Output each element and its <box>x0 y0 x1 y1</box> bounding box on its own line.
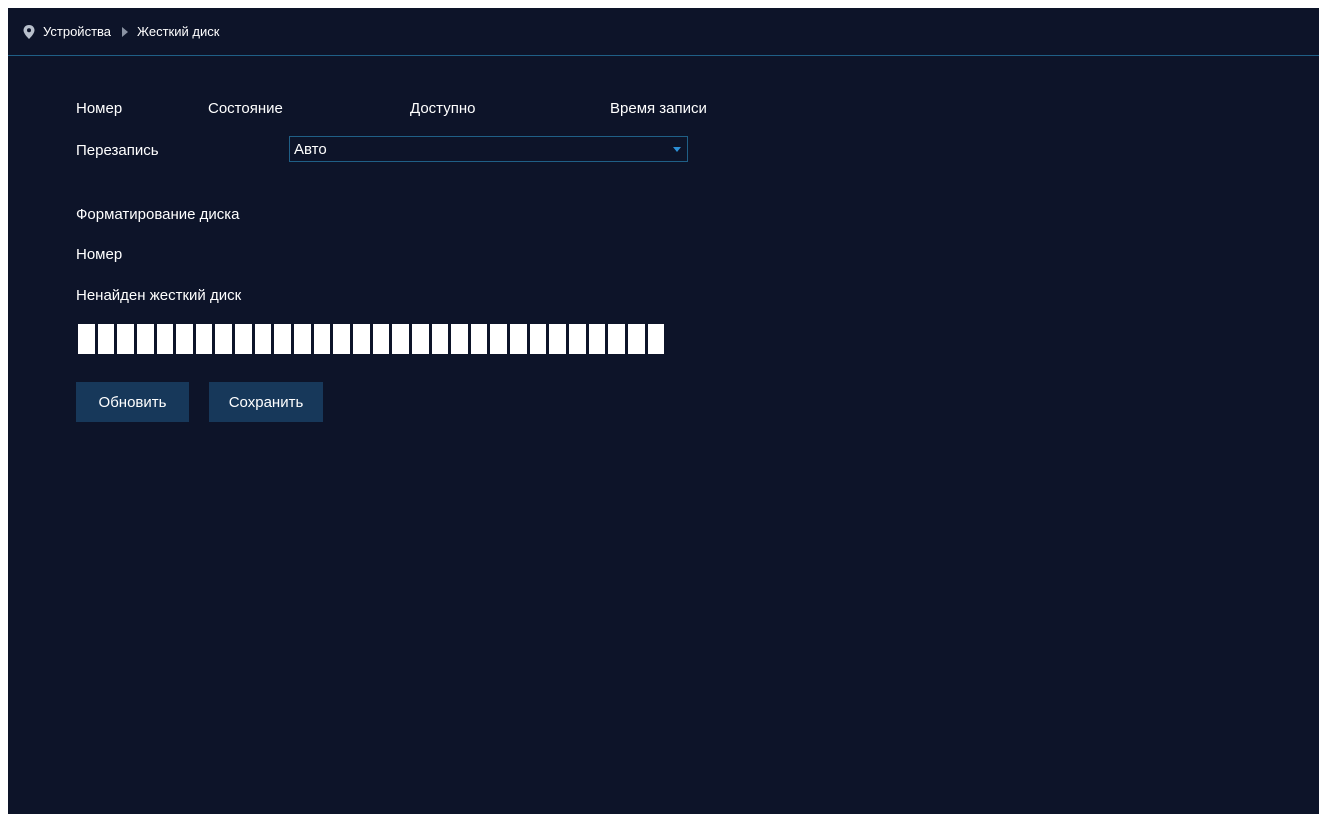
progress-segment <box>431 324 449 354</box>
progress-segment <box>490 324 508 354</box>
progress-segment <box>608 324 625 354</box>
progress-segment <box>78 324 95 354</box>
chevron-down-icon[interactable] <box>673 147 681 152</box>
column-header-number: Номер <box>76 100 123 117</box>
progress-segment <box>352 324 370 354</box>
progress-segment <box>529 324 547 354</box>
progress-segment <box>392 324 409 354</box>
progress-segment <box>627 324 645 354</box>
progress-segment <box>294 324 311 354</box>
progress-segment <box>569 324 586 354</box>
overwrite-select-value: Авто <box>294 140 327 158</box>
progress-segment <box>156 324 174 354</box>
breadcrumb-item-devices[interactable]: Устройства <box>43 24 111 39</box>
progress-segment <box>549 324 567 354</box>
refresh-button[interactable]: Обновить <box>76 382 189 422</box>
progress-segment <box>195 324 213 354</box>
progress-segment <box>470 324 488 354</box>
progress-segment <box>176 324 193 354</box>
progress-segment <box>215 324 233 354</box>
progress-segment <box>647 324 665 354</box>
progress-segment <box>274 324 292 354</box>
progress-segment <box>411 324 429 354</box>
progress-segment <box>117 324 134 354</box>
location-pin-icon <box>23 24 35 39</box>
progress-segment <box>333 324 350 354</box>
column-header-status: Состояние <box>208 100 283 117</box>
progress-segment <box>451 324 468 354</box>
progress-segment <box>588 324 606 354</box>
format-progress-bar <box>76 322 666 356</box>
format-number-label: Номер <box>76 246 123 263</box>
format-section-title: Форматирование диска <box>76 206 240 223</box>
breadcrumb: Устройства Жесткий диск <box>8 8 1319 56</box>
triangle-right-icon <box>121 26 129 37</box>
progress-segment <box>372 324 390 354</box>
progress-segment <box>254 324 272 354</box>
hdd-settings-panel: Устройства Жесткий диск Номер Состояние … <box>8 8 1319 814</box>
progress-segment <box>510 324 527 354</box>
progress-segment <box>235 324 252 354</box>
format-status-text: Ненайден жесткий диск <box>76 287 242 304</box>
save-button[interactable]: Сохранить <box>209 382 323 422</box>
progress-segment <box>136 324 154 354</box>
overwrite-label: Перезапись <box>76 142 159 159</box>
progress-segment <box>313 324 331 354</box>
progress-segment <box>97 324 115 354</box>
overwrite-select[interactable]: Авто <box>289 136 688 162</box>
column-header-available: Доступно <box>410 100 476 117</box>
column-header-record-time: Время записи <box>610 100 707 117</box>
breadcrumb-item-hdd: Жесткий диск <box>137 24 220 39</box>
disk-table-header: Номер Состояние Доступно Время записи <box>76 100 876 120</box>
